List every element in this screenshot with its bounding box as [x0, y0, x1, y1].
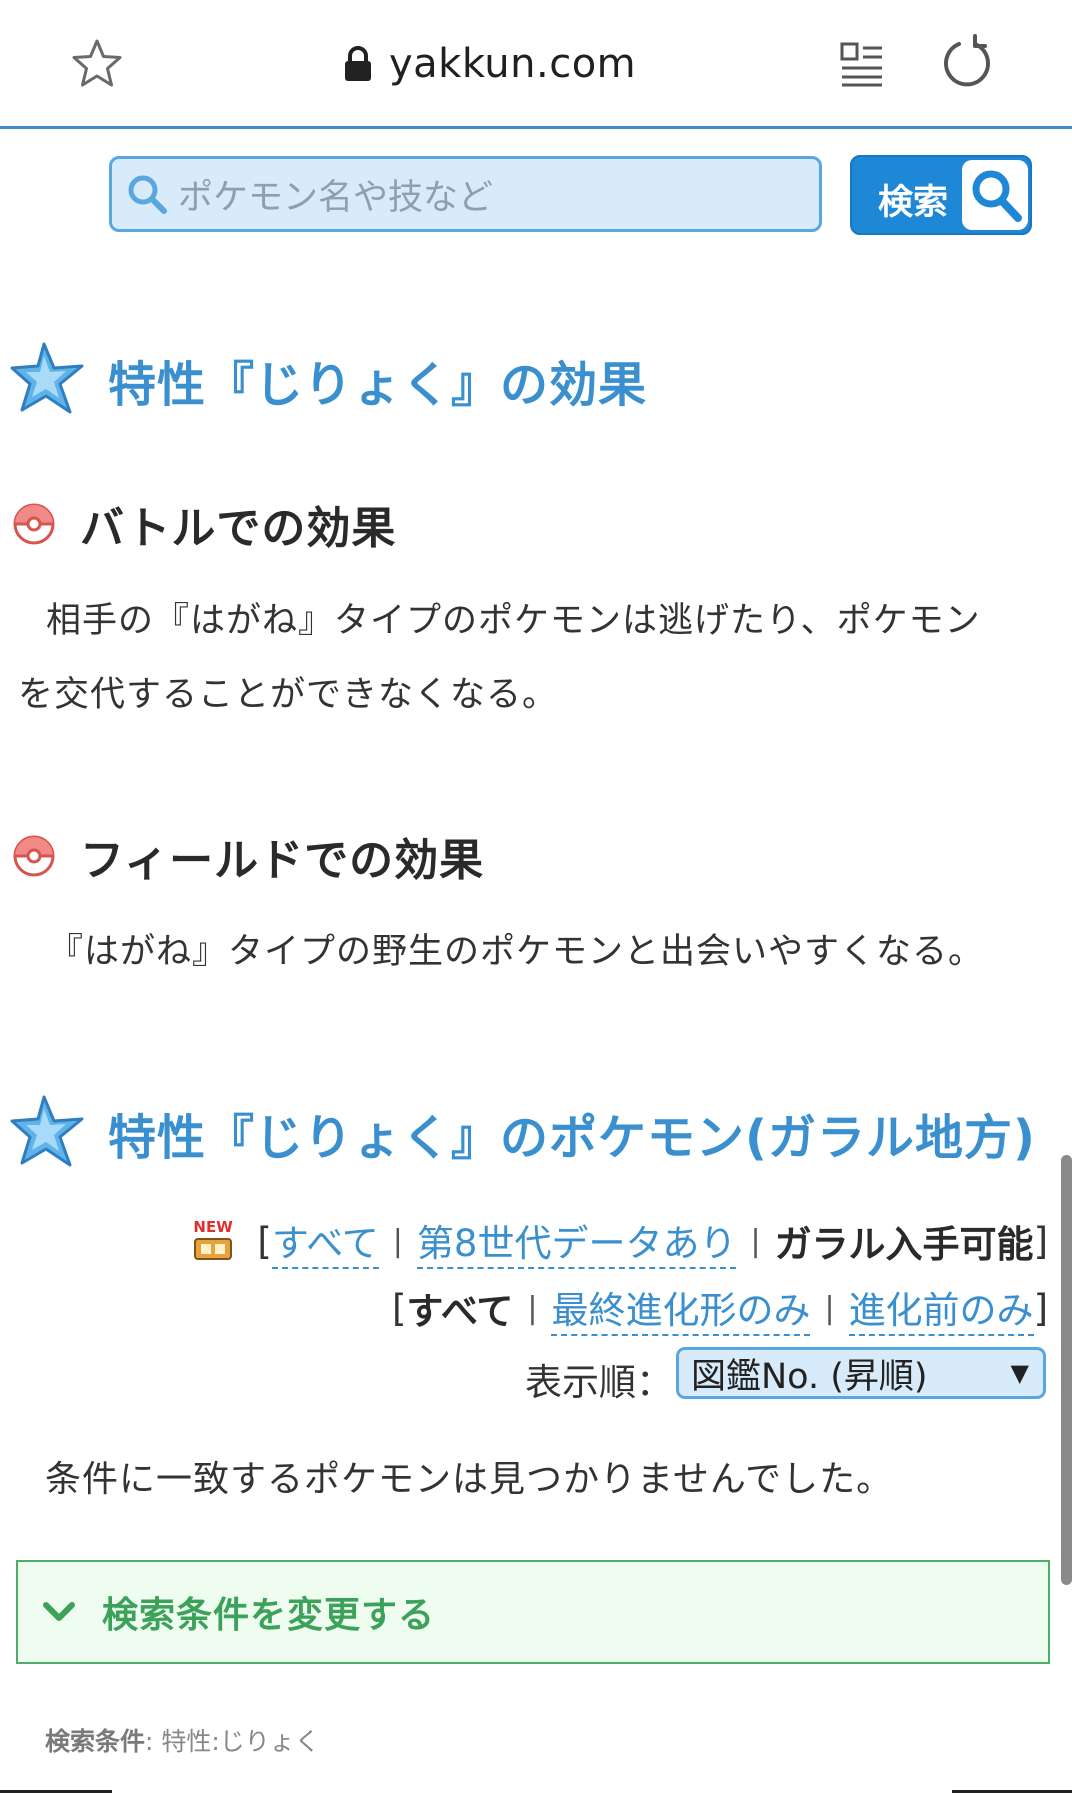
- address-bar[interactable]: yakkun.com: [343, 38, 636, 90]
- subheading-text: バトルでの効果: [80, 503, 397, 554]
- search-icon: [128, 175, 167, 214]
- change-conditions-label: 検索条件を変更する: [102, 1595, 436, 1636]
- url-text: yakkun.com: [389, 41, 637, 87]
- filter-gen8-link[interactable]: 第8世代データあり: [416, 1213, 737, 1269]
- filter-galar-current: ガラル入手可能: [774, 1223, 1034, 1266]
- search-conditions-label: 検索条件: [45, 1727, 146, 1756]
- star-badge-icon: [10, 1095, 84, 1167]
- reload-icon[interactable]: [939, 34, 995, 90]
- battle-effect-line2: を交代することができなくなる。: [18, 675, 559, 715]
- pokeball-icon: [13, 503, 55, 545]
- search-icon: [972, 170, 1022, 222]
- battle-effect-text: 相手の『はがね』タイプのポケモンは逃げたり、ポケモン を交代することができなくな…: [18, 584, 981, 732]
- new-badge: NEW: [193, 1218, 233, 1262]
- evo-filter-final-link[interactable]: 最終進化形のみ: [551, 1280, 811, 1336]
- section-heading-pokemon: 特性『じりょく』のポケモン(ガラル地方): [10, 1093, 1036, 1173]
- search-conditions: 検索条件: 特性:じりょく: [45, 1722, 320, 1758]
- search-button-icon-box: [962, 160, 1028, 230]
- search-button[interactable]: 検索: [850, 155, 1032, 235]
- sort-label: 表示順：: [525, 1361, 673, 1404]
- subheading-field: フィールドでの効果: [12, 824, 484, 888]
- filter-all-link[interactable]: すべて: [271, 1213, 379, 1269]
- evolution-filter-region: [ すべて | 最終進化形のみ | 進化前のみ ]: [392, 1280, 1048, 1336]
- search-placeholder: ポケモン名や技など: [178, 177, 494, 218]
- subheading-text: フィールドでの効果: [80, 835, 485, 886]
- field-effect-text: 『はがね』タイプの野生のポケモンと出会いやすくなる。: [48, 932, 985, 972]
- dropdown-arrow-icon: ▼: [1010, 1359, 1029, 1387]
- battle-effect-line1: 相手の『はがね』タイプのポケモンは逃げたり、ポケモン: [46, 601, 981, 641]
- section-heading-effect: 特性『じりょく』の効果: [10, 340, 647, 420]
- evo-filter-all-current: すべて: [406, 1290, 514, 1333]
- chevron-down-icon: [43, 1602, 75, 1621]
- search-button-label: 検索: [878, 183, 949, 223]
- no-result-message: 条件に一致するポケモンは見つかりませんでした。: [45, 1459, 894, 1500]
- scrollbar[interactable]: [1061, 1155, 1072, 1585]
- browser-toolbar: yakkun.com: [0, 0, 1072, 129]
- new-badge-icon: [194, 1238, 233, 1260]
- sort-selected-value: 図鑑No. (昇順): [691, 1356, 928, 1397]
- star-badge-icon: [10, 342, 84, 414]
- search-conditions-value: : 特性:じりょく: [145, 1727, 320, 1756]
- change-conditions-button[interactable]: 検索条件を変更する: [16, 1560, 1050, 1664]
- evo-filter-pre-link[interactable]: 進化前のみ: [848, 1280, 1034, 1336]
- star-icon[interactable]: [70, 37, 124, 91]
- section-title: 特性『じりょく』の効果: [108, 357, 648, 413]
- sort-select[interactable]: 図鑑No. (昇順) ▼: [676, 1347, 1046, 1399]
- section-title: 特性『じりょく』のポケモン(ガラル地方): [108, 1110, 1036, 1166]
- lock-icon: [345, 46, 371, 81]
- subheading-battle: バトルでの効果: [12, 492, 396, 556]
- filter-row-region: NEW [ すべて | 第8世代データあり | ガラル入手可能 ]: [193, 1213, 1048, 1269]
- reader-mode-icon[interactable]: [838, 40, 886, 88]
- pokeball-icon: [13, 835, 55, 877]
- new-badge-text: NEW: [193, 1218, 233, 1236]
- search-input[interactable]: ポケモン名や技など: [109, 156, 822, 232]
